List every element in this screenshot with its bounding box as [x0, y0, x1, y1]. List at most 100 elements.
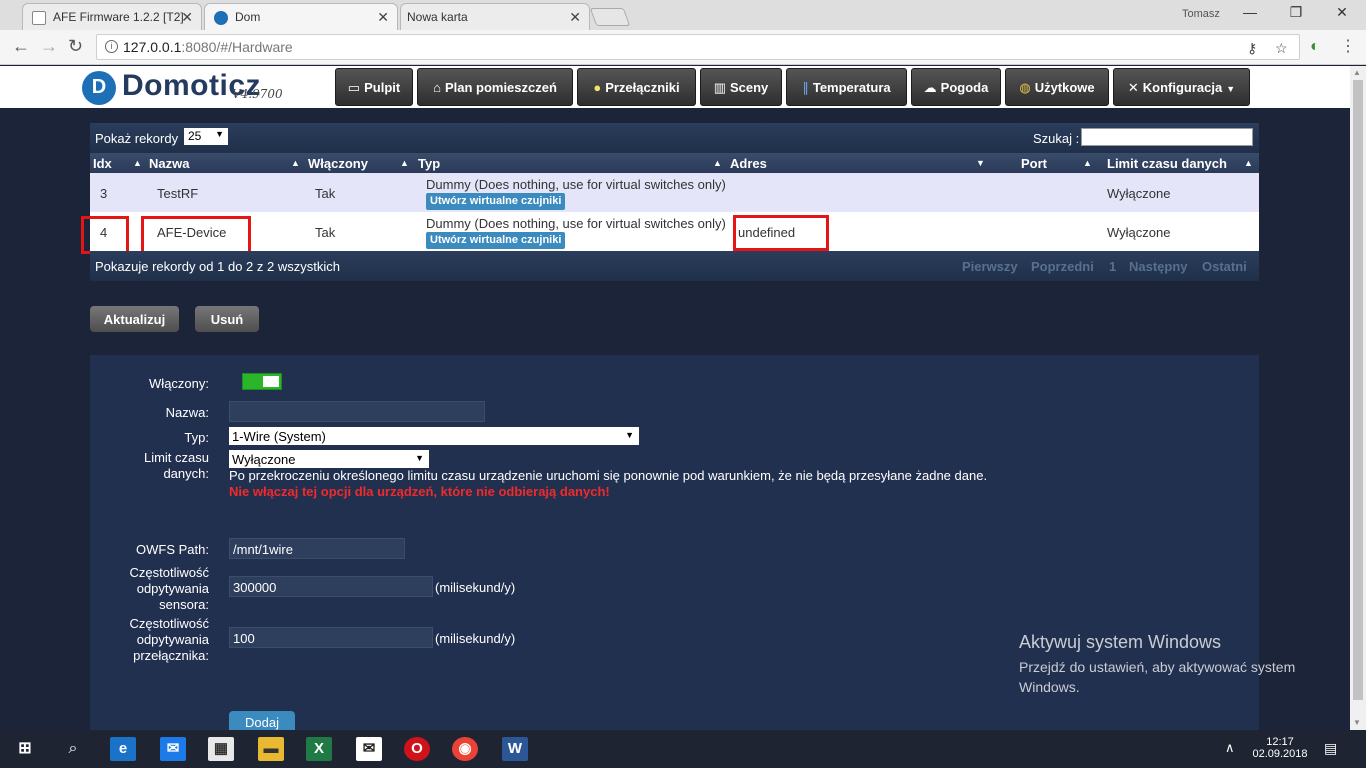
- new-tab-button[interactable]: [589, 8, 631, 26]
- menu-temperature[interactable]: ∥ Temperatura: [786, 68, 907, 106]
- windows-start-icon[interactable]: ⊞: [12, 737, 38, 761]
- menu-label: Konfiguracja: [1142, 80, 1223, 95]
- menu-label: Pulpit: [364, 80, 401, 95]
- highlight-box: [733, 215, 829, 251]
- col-name[interactable]: Nazwa ▲: [149, 156, 300, 171]
- scroll-thumb[interactable]: [1353, 80, 1363, 700]
- chrome-icon[interactable]: ◉: [452, 737, 478, 761]
- back-icon[interactable]: ←: [12, 36, 30, 57]
- profile-name[interactable]: Tomasz: [1182, 8, 1220, 20]
- tools-icon: ✕: [1127, 80, 1139, 95]
- close-icon[interactable]: ✕: [377, 9, 389, 26]
- type-select[interactable]: 1-Wire (System) ▼: [229, 427, 639, 445]
- chevron-down-icon: ▼: [215, 129, 224, 139]
- mail-icon[interactable]: ✉: [356, 737, 382, 761]
- update-button[interactable]: Aktualizuj: [90, 306, 179, 332]
- delete-button[interactable]: Usuń: [195, 306, 259, 332]
- close-window-icon[interactable]: ✕: [1322, 4, 1362, 21]
- tab-afe-firmware[interactable]: AFE Firmware 1.2.2 [T2] ✕: [22, 3, 202, 30]
- menu-utility[interactable]: ◍ Użytkowe: [1005, 68, 1109, 106]
- close-icon[interactable]: ✕: [181, 9, 193, 26]
- menu-icon[interactable]: ⋮: [1340, 36, 1356, 56]
- menu-scenes[interactable]: ▥ Sceny: [700, 68, 782, 106]
- pager-next[interactable]: Następny: [1129, 259, 1188, 274]
- create-virtual-sensors-button[interactable]: Utwórz wirtualne czujniki: [426, 193, 566, 210]
- menu-pulpit[interactable]: ▭ Pulpit: [335, 68, 413, 106]
- browser-toolbar: ← → ↻ i 127.0.0.1:8080/#/Hardware ⚷ ☆: [0, 30, 1366, 65]
- page-viewport: D Domoticz V4.9700 ▭ Pulpit ⌂ Plan pomiesz…: [0, 66, 1350, 730]
- menu-switches[interactable]: ● Przełączniki: [577, 68, 696, 106]
- scroll-up-icon[interactable]: ▲: [1353, 68, 1361, 77]
- page-scrollbar[interactable]: ▲ ▼: [1350, 66, 1366, 730]
- file-explorer-icon[interactable]: ▬: [258, 737, 284, 761]
- tab-dom[interactable]: Dom ✕: [204, 3, 398, 30]
- menu-label: Przełączniki: [605, 80, 680, 95]
- pager-first[interactable]: Pierwszy: [962, 259, 1018, 274]
- menu-label: Plan pomieszczeń: [444, 80, 557, 95]
- excel-icon[interactable]: X: [306, 737, 332, 761]
- enabled-toggle[interactable]: [242, 373, 282, 390]
- reload-icon[interactable]: ↻: [68, 36, 83, 57]
- col-timeout[interactable]: Limit czasu danych ▲: [1107, 156, 1253, 171]
- house-icon: ⌂: [433, 80, 441, 95]
- clock[interactable]: 12:17 02.09.2018: [1250, 736, 1310, 760]
- minimize-icon[interactable]: —: [1230, 4, 1270, 20]
- pager-last[interactable]: Ostatni: [1202, 259, 1247, 274]
- tab-title: Dom: [235, 10, 261, 24]
- maximize-icon[interactable]: ❐: [1276, 4, 1316, 21]
- row-enabled: Tak: [315, 186, 336, 201]
- opera-icon[interactable]: O: [404, 737, 430, 761]
- table-toolbar: Pokaż rekordy 25 ▼ Szukaj :: [90, 123, 1259, 153]
- col-idx[interactable]: Idx ▲: [93, 156, 142, 171]
- owfs-input[interactable]: /mnt/1wire: [229, 538, 405, 559]
- sensor-poll-label-3: sensora:: [159, 597, 209, 612]
- forward-icon[interactable]: →: [40, 36, 58, 57]
- col-type[interactable]: Typ ▲: [418, 156, 722, 171]
- hardware-table: Pokaż rekordy 25 ▼ Szukaj : Idx ▲ Nazwa ▲ W…: [81, 123, 1259, 341]
- menu-plan[interactable]: ⌂ Plan pomieszczeń: [417, 68, 573, 106]
- sort-icon: ▲: [400, 158, 409, 168]
- col-port[interactable]: Port ▲: [1021, 156, 1092, 171]
- sensor-poll-label-2: odpytywania: [136, 581, 209, 596]
- search-icon[interactable]: ⌕: [60, 737, 86, 761]
- name-label: Nazwa:: [165, 405, 209, 420]
- tab-title: Nowa karta: [407, 10, 468, 24]
- word-icon[interactable]: W: [502, 737, 528, 761]
- type-label: Typ:: [184, 430, 209, 445]
- col-enabled[interactable]: Włączony ▲: [308, 156, 409, 171]
- timeout-label-2: danych:: [163, 466, 209, 481]
- pager-prev[interactable]: Poprzedni: [1031, 259, 1094, 274]
- edge-icon[interactable]: e: [110, 737, 136, 761]
- sensor-poll-label: Częstotliwość: [129, 565, 209, 580]
- star-icon[interactable]: ☆: [1275, 40, 1288, 57]
- tab-new[interactable]: Nowa karta ✕: [400, 3, 590, 30]
- name-input[interactable]: [229, 401, 485, 422]
- search-input[interactable]: [1081, 128, 1253, 146]
- table-row[interactable]: 3 TestRF Tak Dummy (Does nothing, use fo…: [90, 173, 1259, 212]
- col-address[interactable]: Adres ▼: [730, 156, 985, 171]
- add-button[interactable]: Dodaj: [229, 711, 295, 730]
- extension-icon[interactable]: ◐: [1310, 38, 1320, 56]
- close-icon[interactable]: ✕: [569, 9, 581, 26]
- menu-setup[interactable]: ✕ Konfiguracja ▼: [1113, 68, 1250, 106]
- chevron-up-icon[interactable]: ∧: [1225, 740, 1235, 756]
- switch-poll-input[interactable]: 100: [229, 627, 433, 648]
- create-virtual-sensors-button[interactable]: Utwórz wirtualne czujniki: [426, 232, 566, 249]
- records-select[interactable]: 25 ▼: [184, 128, 228, 145]
- row-type: Dummy (Does nothing, use for virtual swi…: [426, 216, 726, 249]
- calculator-icon[interactable]: ▦: [208, 737, 234, 761]
- sensor-poll-input[interactable]: 300000: [229, 576, 433, 597]
- info-icon[interactable]: i: [105, 40, 118, 53]
- table-row[interactable]: 4 AFE-Device Tak Dummy (Does nothing, us…: [90, 212, 1259, 251]
- notifications-icon[interactable]: ▤: [1324, 740, 1337, 757]
- col-label: Adres: [730, 156, 767, 171]
- messenger-icon[interactable]: ✉: [160, 737, 186, 761]
- watermark-line: Windows.: [1019, 679, 1080, 695]
- pager-page[interactable]: 1: [1109, 259, 1116, 274]
- address-bar[interactable]: i 127.0.0.1:8080/#/Hardware ⚷ ☆: [96, 34, 1300, 60]
- timeout-select[interactable]: Wyłączone ▼: [229, 450, 429, 468]
- key-icon[interactable]: ⚷: [1247, 40, 1257, 57]
- scroll-down-icon[interactable]: ▼: [1353, 718, 1361, 727]
- menu-weather[interactable]: ☁ Pogoda: [911, 68, 1001, 106]
- menu-label: Sceny: [729, 80, 769, 95]
